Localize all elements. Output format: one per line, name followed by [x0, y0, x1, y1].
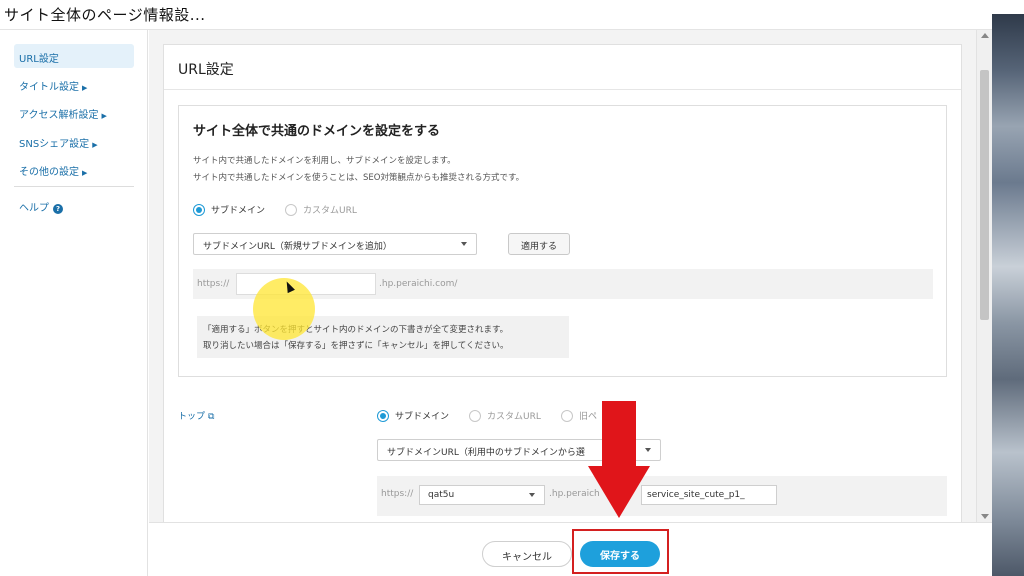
section-description: サイト内で共通したドメインを利用し、サブドメインを設定します。 — [193, 156, 456, 166]
radio-custom-url[interactable]: カスタムURL — [285, 203, 357, 216]
page-row-label: トップ — [178, 412, 206, 422]
apply-notice: 「適用する」ボタンを押すとサイト内のドメインの下書きが全て変更されます。 取り消… — [197, 316, 569, 358]
radio-button[interactable] — [285, 203, 297, 216]
question-icon: ? — [53, 204, 63, 214]
scrollbar-thumb[interactable] — [980, 70, 989, 320]
content-scrollbar[interactable] — [976, 30, 992, 522]
chevron-right-icon: ▶ — [82, 169, 88, 177]
scroll-down-icon[interactable] — [981, 514, 989, 519]
radio-label: サブドメイン — [395, 412, 450, 422]
sidebar-item-help[interactable]: ヘルプ? — [14, 193, 134, 217]
panel-title: URL設定 — [178, 62, 234, 78]
sidebar-item-label: URL設定 — [19, 54, 59, 65]
top-subdomain-dropdown[interactable]: qat5u — [419, 485, 545, 505]
select-value: サブドメインURL（新規サブドメインを追加） — [203, 242, 392, 252]
radio-label: カスタムURL — [303, 206, 357, 216]
select-value: qat5u — [428, 490, 455, 500]
sidebar-divider — [14, 186, 134, 187]
notice-line: 取り消したい場合は「保存する」を押さずに「キャンセル」を押してください。 — [203, 341, 509, 351]
red-arrow-down-icon — [588, 466, 650, 518]
settings-sidebar: URL設定 タイトル設定 ▶ アクセス解析設定 ▶ SNSシェア設定 ▶ その他の設定… — [0, 30, 148, 576]
sidebar-item-sns-settings[interactable]: SNSシェア設定 ▶ — [14, 129, 134, 153]
radio-label: 旧ペ — [579, 412, 598, 422]
chevron-right-icon: ▶ — [101, 112, 107, 120]
sidebar-item-title-settings[interactable]: タイトル設定 ▶ — [14, 72, 134, 96]
url-prefix: https:// — [197, 279, 230, 289]
sidebar-help-label: ヘルプ — [19, 203, 49, 214]
external-link-icon: ⧉ — [208, 412, 215, 422]
top-radio-subdomain[interactable]: サブドメイン — [377, 409, 449, 422]
background-page-strip — [992, 14, 1024, 576]
url-suffix: .hp.peraichi.com/ — [379, 279, 458, 289]
sidebar-item-label: タイトル設定 — [19, 82, 79, 93]
sidebar-item-analytics-settings[interactable]: アクセス解析設定 ▶ — [14, 100, 134, 124]
radio-subdomain[interactable]: サブドメイン — [193, 203, 265, 216]
main-content: URL設定 サイト全体で共通のドメインを設定をする サイト内で共通したドメインを… — [149, 30, 976, 522]
top-slug-input[interactable]: service_site_cute_p1_ — [641, 485, 777, 505]
top-radio-custom-url[interactable]: カスタムURL — [469, 409, 541, 422]
scroll-up-icon[interactable] — [981, 33, 989, 38]
apply-button[interactable]: 適用する — [508, 233, 570, 255]
radio-label: サブドメイン — [211, 206, 266, 216]
modal-footer: キャンセル 保存する — [149, 522, 992, 576]
cancel-button[interactable]: キャンセル — [482, 541, 572, 567]
caret-down-icon — [461, 242, 467, 246]
section-heading: サイト全体で共通のドメインを設定をする — [193, 124, 441, 139]
top-url-row: https:// qat5u .hp.peraich service_site_… — [377, 476, 947, 516]
select-value: サブドメインURL（利用中のサブドメインから選 — [387, 448, 585, 458]
url-prefix: https:// — [381, 489, 414, 499]
radio-button[interactable] — [561, 409, 573, 422]
sidebar-item-label: アクセス解析設定 — [19, 110, 99, 121]
radio-button[interactable] — [469, 409, 481, 422]
radio-label: カスタムURL — [487, 412, 541, 422]
background-page-top — [992, 0, 1024, 14]
red-arrow-shaft — [602, 401, 636, 467]
panel-header: URL設定 — [164, 45, 961, 90]
radio-button-selected[interactable] — [377, 409, 389, 422]
chevron-right-icon: ▶ — [82, 84, 88, 92]
radio-button-selected[interactable] — [193, 203, 205, 216]
window-title: サイト全体のページ情報設... — [4, 6, 206, 24]
subdomain-select[interactable]: サブドメインURL（新規サブドメインを追加） — [193, 233, 477, 255]
section-description: サイト内で共通したドメインを使うことは、SEO対策観点からも推奨される方式です。 — [193, 173, 525, 183]
save-button[interactable]: 保存する — [580, 541, 660, 567]
caret-down-icon — [529, 493, 535, 497]
page-row-top-label[interactable]: トップ ⧉ — [178, 409, 214, 422]
window-titlebar: サイト全体のページ情報設... — [0, 0, 1024, 30]
sidebar-item-label: SNSシェア設定 — [19, 139, 90, 150]
sidebar-item-url-settings[interactable]: URL設定 — [14, 44, 134, 68]
sidebar-item-other-settings[interactable]: その他の設定 ▶ — [14, 157, 134, 181]
sidebar-item-label: その他の設定 — [19, 167, 79, 178]
chevron-right-icon: ▶ — [92, 141, 98, 149]
caret-down-icon — [645, 448, 651, 452]
